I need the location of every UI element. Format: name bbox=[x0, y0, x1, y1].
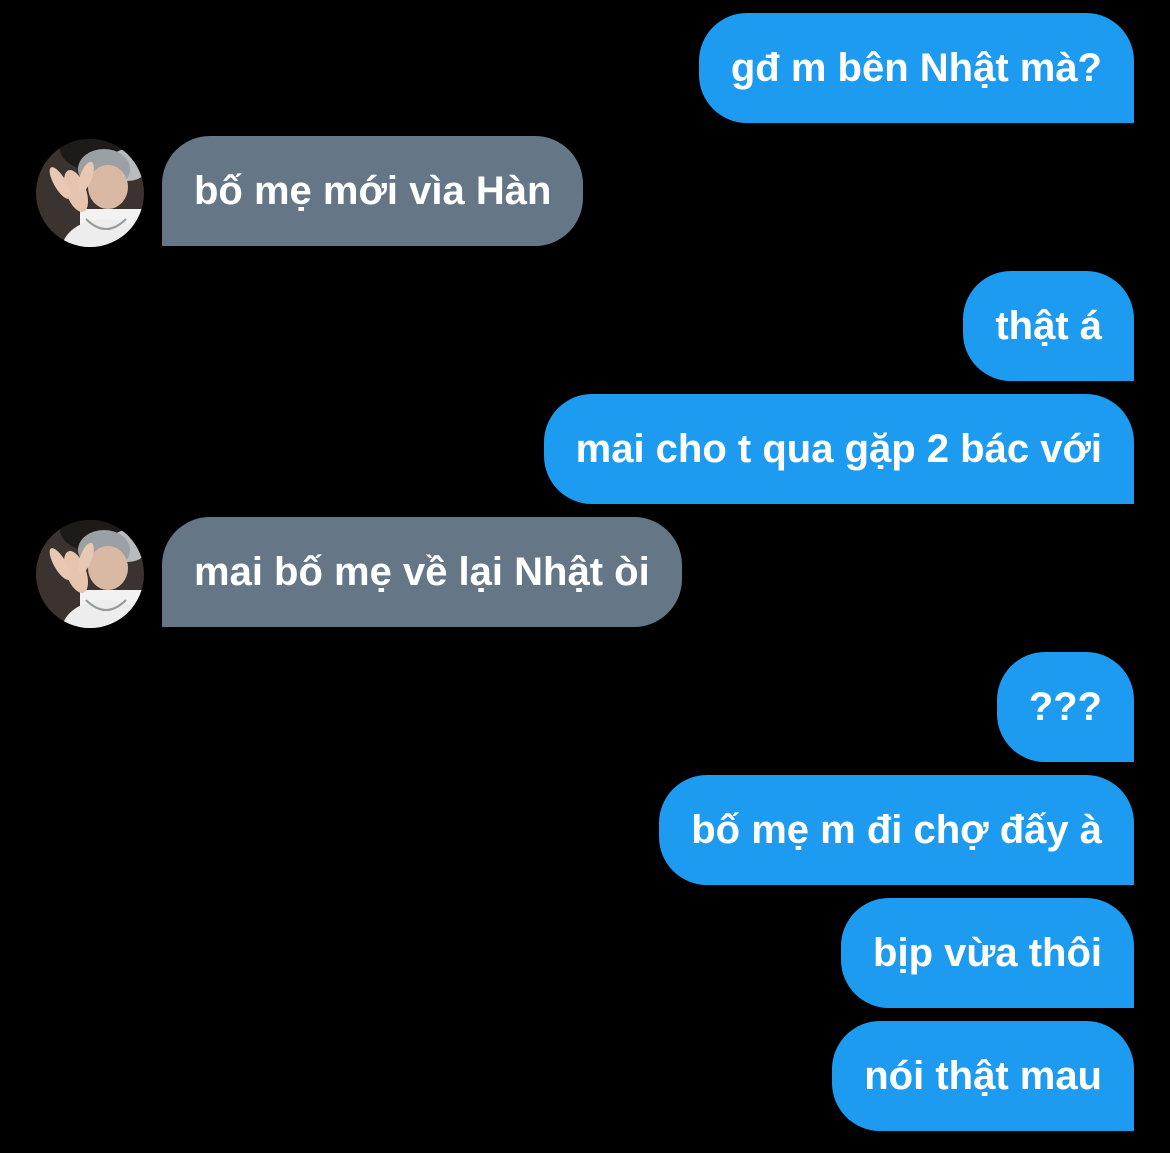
message-text: gđ m bên Nhật mà? bbox=[730, 46, 1102, 90]
message-bubble-sent[interactable]: thật á bbox=[963, 271, 1134, 381]
message-text: mai cho t qua gặp 2 bác với bbox=[575, 427, 1102, 471]
message-text: bịp vừa thôi bbox=[873, 931, 1102, 975]
message-bubble-sent[interactable]: ??? bbox=[996, 652, 1134, 762]
message-bubble-sent[interactable]: gđ m bên Nhật mà? bbox=[698, 13, 1134, 123]
message-text: bố mẹ mới vìa Hàn bbox=[194, 169, 552, 213]
message-text: thật á bbox=[995, 304, 1102, 348]
message-bubble-received[interactable]: bố mẹ mới vìa Hàn bbox=[162, 136, 584, 246]
user-photo-avatar-icon bbox=[36, 139, 144, 247]
message-text: ??? bbox=[1028, 685, 1102, 729]
avatar[interactable] bbox=[36, 139, 144, 247]
message-bubble-sent[interactable]: bịp vừa thôi bbox=[841, 898, 1134, 1008]
message-bubble-received[interactable]: mai bố mẹ về lại Nhật òi bbox=[162, 517, 682, 627]
message-bubble-sent[interactable]: mai cho t qua gặp 2 bác với bbox=[543, 394, 1134, 504]
message-bubble-sent[interactable]: nói thật mau bbox=[832, 1021, 1134, 1131]
message-text: mai bố mẹ về lại Nhật òi bbox=[194, 550, 650, 594]
message-text: bố mẹ m đi chợ đấy à bbox=[691, 808, 1102, 852]
message-text: nói thật mau bbox=[864, 1054, 1102, 1098]
avatar[interactable] bbox=[36, 520, 144, 628]
user-photo-avatar-icon bbox=[36, 520, 144, 628]
message-bubble-sent[interactable]: bố mẹ m đi chợ đấy à bbox=[659, 775, 1134, 885]
